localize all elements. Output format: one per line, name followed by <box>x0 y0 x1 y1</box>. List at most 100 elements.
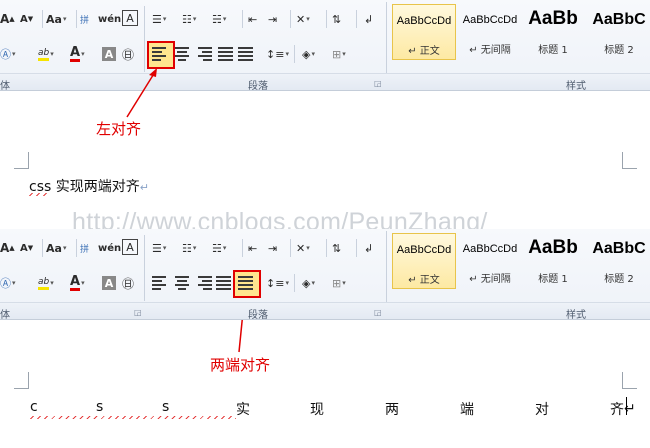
style-normal[interactable]: AaBbCcDd ↵ 正文 <box>392 4 456 60</box>
align-right-icon[interactable] <box>196 276 212 290</box>
separator <box>76 10 77 28</box>
shading-button[interactable]: ◈ ▾ <box>302 45 315 63</box>
styles-group-label: 样式 <box>566 310 586 320</box>
justify-annotation: 两端对齐 <box>210 356 271 374</box>
shading-button[interactable]: ◈ ▾ <box>302 274 315 292</box>
font-color-button[interactable]: A ▾ <box>70 274 85 292</box>
change-case-button[interactable]: Aa ▾ <box>46 10 66 28</box>
font-dialog-launcher-icon[interactable]: ◲ <box>134 308 142 317</box>
separator <box>326 10 327 28</box>
text-effect-button[interactable]: Ⓐ ▾ <box>0 274 16 292</box>
separator <box>326 239 327 257</box>
shrink-font-button[interactable]: A ▼ <box>20 239 33 257</box>
char-shading-button[interactable]: A <box>102 276 116 290</box>
multilevel-list-button[interactable]: ☵ ▾ <box>212 10 226 28</box>
distribute-icon[interactable] <box>216 276 232 290</box>
sort-icon[interactable]: ⇅ <box>332 10 341 28</box>
grow-font-button[interactable]: A ▲ <box>0 10 15 28</box>
styles-group-label: 样式 <box>566 81 586 91</box>
shrink-font-button[interactable]: A ▼ <box>20 10 33 28</box>
numbering-button[interactable]: ☷ ▾ <box>182 10 196 28</box>
bullets-button[interactable]: ☰ ▾ <box>152 239 166 257</box>
separator <box>294 45 295 63</box>
justified-char: 两 <box>385 402 399 418</box>
phonetic-guide-icon[interactable]: 拼 <box>80 239 89 257</box>
style-normal[interactable]: AaBbCcDd ↵ 正文 <box>392 233 456 289</box>
group-label-bar <box>0 302 650 319</box>
change-case-button[interactable]: Aa ▾ <box>46 239 66 257</box>
justified-char: 对 <box>535 402 549 418</box>
phonetic-guide-icon[interactable]: 拼 <box>80 10 89 28</box>
decrease-indent-button[interactable]: ⇤ <box>248 239 257 257</box>
font-group-label: 体 <box>0 81 10 91</box>
page-corner-mark-right <box>622 372 637 389</box>
increase-indent-button[interactable]: ⇥ <box>268 239 277 257</box>
chinese-layout-button[interactable]: ✕ ▾ <box>296 239 310 257</box>
sort-icon[interactable]: ⇅ <box>332 239 341 257</box>
paragraph-group-label: 段落 <box>248 81 268 91</box>
styles-gallery: AaBbCcDd ↵ 正文 AaBbCcDd ↵ 无间隔 AaBb 标题 1 A… <box>390 4 650 60</box>
align-right-icon[interactable] <box>196 47 212 61</box>
separator <box>290 239 291 257</box>
chinese-layout-button[interactable]: ✕ ▾ <box>296 10 310 28</box>
ribbon-bottom: A ▲ A ▼ Aa ▾ 拼 wén A ☰ ▾ ☷ ▾ ☵ ▾ ⇤ ⇥ ✕ ▾ ⇅ ↲ Ⓐ ▾… <box>0 229 650 320</box>
distribute-icon[interactable] <box>238 47 254 61</box>
grow-font-button[interactable]: A ▲ <box>0 239 15 257</box>
highlight-button[interactable]: ab ▾ <box>38 45 54 63</box>
numbering-button[interactable]: ☷ ▾ <box>182 239 196 257</box>
borders-button[interactable]: ⊞ ▾ <box>332 45 346 63</box>
align-center-icon[interactable] <box>174 276 190 290</box>
text-effect-button[interactable]: Ⓐ ▾ <box>0 45 16 63</box>
style-heading-1[interactable]: AaBb 标题 1 <box>524 4 582 60</box>
show-marks-icon[interactable]: ↲ <box>364 239 373 257</box>
style-no-spacing[interactable]: AaBbCcDd ↵ 无间隔 <box>458 233 522 289</box>
group-label-bar <box>0 73 650 90</box>
style-heading-2[interactable]: AaBbC 标题 2 <box>586 4 650 60</box>
line-spacing-button[interactable]: ↕≡ ▾ <box>266 274 289 292</box>
spellcheck-underline <box>30 416 236 419</box>
highlight-button[interactable]: ab ▾ <box>38 274 54 292</box>
separator <box>76 239 77 257</box>
multilevel-list-button[interactable]: ☵ ▾ <box>212 239 226 257</box>
separator <box>42 10 43 28</box>
enclose-char-button[interactable]: ㊐ <box>122 274 134 292</box>
style-no-spacing[interactable]: AaBbCcDd ↵ 无间隔 <box>458 4 522 60</box>
style-heading-1[interactable]: AaBb 标题 1 <box>524 233 582 289</box>
justified-char: s <box>162 399 170 415</box>
enclose-char-button[interactable]: ㊐ <box>122 45 134 63</box>
left-align-annotation: 左对齐 <box>96 120 142 138</box>
char-border-button[interactable]: A <box>122 239 138 255</box>
increase-indent-button[interactable]: ⇥ <box>268 10 277 28</box>
paragraph-dialog-launcher-icon[interactable]: ◲ <box>374 79 382 88</box>
borders-button[interactable]: ⊞ ▾ <box>332 274 346 292</box>
align-center-icon[interactable] <box>174 47 190 61</box>
paragraph-dialog-launcher-icon[interactable]: ◲ <box>374 308 382 317</box>
phonetic-wen-icon[interactable]: wén <box>98 10 121 28</box>
char-border-button[interactable]: A <box>122 10 138 26</box>
style-heading-2[interactable]: AaBbC 标题 2 <box>586 233 650 289</box>
ribbon-top: A ▲ A ▼ Aa ▾ 拼 wén A ☰ ▾ ☷ ▾ ☵ ▾ ⇤ ⇥ ✕ ▾ ⇅ ↲ Ⓐ ▾… <box>0 0 650 91</box>
decrease-indent-button[interactable]: ⇤ <box>248 10 257 28</box>
line-spacing-button[interactable]: ↕≡ ▾ <box>266 45 289 63</box>
char-shading-button[interactable]: A <box>102 47 116 61</box>
styles-gallery: AaBbCcDd ↵ 正文 AaBbCcDd ↵ 无间隔 AaBb 标题 1 A… <box>390 233 650 289</box>
text-cursor <box>626 397 627 415</box>
separator <box>42 239 43 257</box>
justified-char: 实 <box>236 402 250 418</box>
separator <box>144 235 145 301</box>
doc-text-rest: 实现两端对齐 <box>51 179 140 195</box>
separator <box>290 10 291 28</box>
separator <box>356 239 357 257</box>
justified-char: 齐 <box>610 402 624 418</box>
justify-icon[interactable] <box>218 47 234 61</box>
bullets-button[interactable]: ☰ ▾ <box>152 10 166 28</box>
justified-char: 现 <box>310 402 324 418</box>
align-left-icon[interactable] <box>152 276 168 290</box>
paragraph-group-label: 段落 <box>248 310 268 320</box>
phonetic-wen-icon[interactable]: wén <box>98 239 121 257</box>
page-corner-mark-right <box>622 152 637 169</box>
separator <box>356 10 357 28</box>
show-marks-icon[interactable]: ↲ <box>364 10 373 28</box>
font-color-button[interactable]: A ▾ <box>70 45 85 63</box>
font-group-label: 体 <box>0 310 10 320</box>
